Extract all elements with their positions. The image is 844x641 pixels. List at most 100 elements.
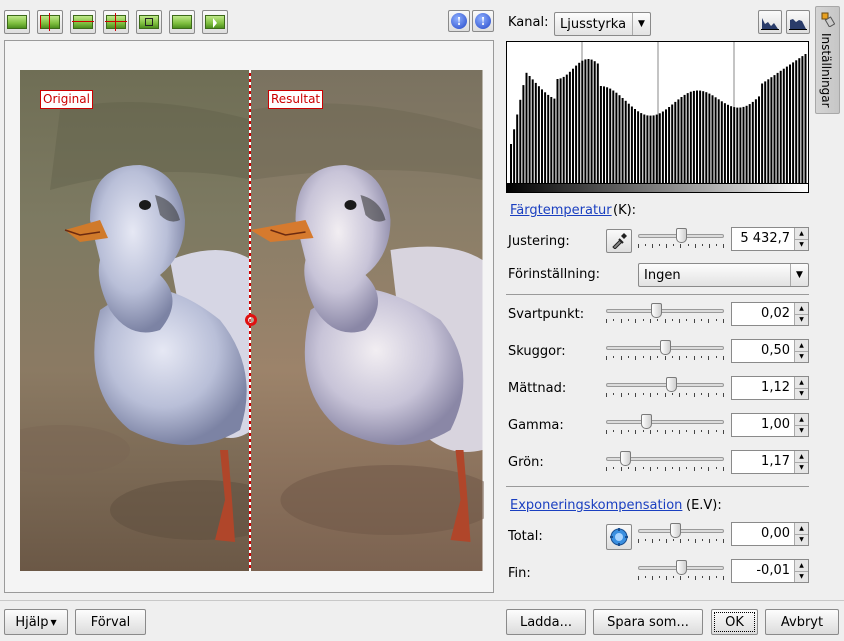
slider-thumb[interactable] xyxy=(676,560,687,575)
histogram-bar xyxy=(689,91,692,184)
split-horizontal-button[interactable] xyxy=(70,10,96,34)
warning-button[interactable]: ! xyxy=(448,10,470,32)
compare-horizontal-button[interactable] xyxy=(136,10,162,34)
compare-vertical-button[interactable] xyxy=(103,10,129,34)
slider-thumb[interactable] xyxy=(666,377,677,392)
slider-thumb[interactable] xyxy=(676,228,687,243)
exposure-total-slider[interactable] xyxy=(638,522,724,544)
preset-select[interactable]: Ingen ▼ xyxy=(638,263,809,287)
temperature-spinbox[interactable]: 5 432,7 ▲ ▼ xyxy=(731,227,809,251)
cancel-label: Avbryt xyxy=(780,614,824,630)
target-image-button[interactable] xyxy=(169,10,195,34)
linear-histogram-button[interactable] xyxy=(758,10,782,34)
defaults-button[interactable]: Förval xyxy=(75,609,146,635)
spin-up-icon[interactable]: ▲ xyxy=(795,228,808,239)
control-spinbox[interactable]: 0,50 ▲ ▼ xyxy=(731,339,809,363)
exposure-total-label: Total: xyxy=(508,529,543,544)
spin-up-icon[interactable]: ▲ xyxy=(795,451,808,462)
channel-select[interactable]: Ljusstyrka ▼ xyxy=(554,12,651,36)
temperature-slider[interactable] xyxy=(638,227,724,249)
slider-thumb[interactable] xyxy=(660,340,671,355)
spin-down-icon[interactable]: ▼ xyxy=(795,387,808,400)
split-horizontal-icon xyxy=(72,15,94,29)
slider-track[interactable] xyxy=(606,309,724,313)
spin-up-icon[interactable]: ▲ xyxy=(795,303,808,314)
footer-divider xyxy=(0,600,844,601)
log-histogram-button[interactable] xyxy=(786,10,810,34)
control-spinbox[interactable]: 1,00 ▲ ▼ xyxy=(731,413,809,437)
spin-down-icon[interactable]: ▼ xyxy=(795,238,808,251)
slider-thumb[interactable] xyxy=(620,451,631,466)
control-slider[interactable] xyxy=(606,413,724,435)
spin-down-icon[interactable]: ▼ xyxy=(795,350,808,363)
original-image-button[interactable] xyxy=(4,10,30,34)
preset-value: Ingen xyxy=(644,267,681,283)
spin-down-icon[interactable]: ▼ xyxy=(795,533,808,546)
spin-up-icon[interactable]: ▲ xyxy=(795,340,808,351)
spin-down-icon[interactable]: ▼ xyxy=(795,313,808,326)
slider-track[interactable] xyxy=(606,420,724,424)
control-slider[interactable] xyxy=(606,376,724,398)
control-spinbox[interactable]: 1,12 ▲ ▼ xyxy=(731,376,809,400)
slider-track[interactable] xyxy=(638,529,724,533)
histogram-bar xyxy=(686,93,689,184)
spin-up-icon[interactable]: ▲ xyxy=(795,523,808,534)
info-button[interactable]: ! xyxy=(472,10,494,32)
chevron-down-icon: ▼ xyxy=(50,617,57,627)
spin-down-icon[interactable]: ▼ xyxy=(795,461,808,474)
exposure-fine-slider[interactable] xyxy=(638,559,724,581)
control-value: 1,17 xyxy=(761,454,790,469)
preview-image[interactable]: Original Resultat xyxy=(20,70,484,571)
histogram-bar xyxy=(671,104,674,184)
control-slider[interactable] xyxy=(606,339,724,361)
split-vertical-button[interactable] xyxy=(37,10,63,34)
histogram-bar xyxy=(634,109,636,184)
control-slider[interactable] xyxy=(606,302,724,324)
spin-down-icon[interactable]: ▼ xyxy=(795,570,808,583)
histogram-bar xyxy=(751,101,754,184)
target-image-icon xyxy=(172,15,192,29)
eyedropper-button[interactable] xyxy=(606,229,632,253)
control-spinbox[interactable]: 1,17 ▲ ▼ xyxy=(731,450,809,474)
ok-button[interactable]: OK xyxy=(711,609,758,635)
spin-up-icon[interactable]: ▲ xyxy=(795,560,808,571)
slider-track[interactable] xyxy=(606,383,724,387)
histogram-bar xyxy=(655,114,658,184)
compare-horizontal-icon xyxy=(139,15,159,29)
exposure-compensation-link[interactable]: Exponeringskompensation xyxy=(510,498,682,513)
histogram-bar xyxy=(621,98,624,184)
slider-thumb[interactable] xyxy=(651,303,662,318)
slider-thumb[interactable] xyxy=(641,414,652,429)
load-button[interactable]: Ladda... xyxy=(506,609,586,635)
original-half xyxy=(20,70,252,571)
spin-up-icon[interactable]: ▲ xyxy=(795,414,808,425)
help-button[interactable]: Hjälp ▼ xyxy=(4,609,68,635)
split-handle[interactable] xyxy=(245,314,257,326)
histogram-bar xyxy=(705,92,708,184)
cursor-select-button[interactable] xyxy=(202,10,228,34)
tab-settings[interactable]: Inställningar xyxy=(815,6,840,114)
histogram-bar xyxy=(612,90,615,184)
cancel-button[interactable]: Avbryt xyxy=(765,609,839,635)
channel-label: Kanal: xyxy=(508,15,549,30)
slider-thumb[interactable] xyxy=(670,523,681,538)
exposure-fine-spinbox[interactable]: -0,01 ▲ ▼ xyxy=(731,559,809,583)
histogram-bar xyxy=(637,111,640,184)
preset-label: Förinställning: xyxy=(508,267,600,282)
histogram-bar xyxy=(584,59,587,184)
divider xyxy=(506,486,809,487)
histogram-bar xyxy=(661,111,664,184)
histogram-bar xyxy=(767,79,770,184)
slider-ticks xyxy=(606,319,724,324)
temperature-value: 5 432,7 xyxy=(740,231,790,246)
linear-histogram-icon xyxy=(761,18,779,30)
spin-down-icon[interactable]: ▼ xyxy=(795,424,808,437)
spin-up-icon[interactable]: ▲ xyxy=(795,377,808,388)
auto-exposure-button[interactable] xyxy=(606,524,632,550)
save-as-button[interactable]: Spara som... xyxy=(593,609,703,635)
control-slider[interactable] xyxy=(606,450,724,472)
exposure-total-value: 0,00 xyxy=(761,526,790,541)
control-spinbox[interactable]: 0,02 ▲ ▼ xyxy=(731,302,809,326)
exposure-total-spinbox[interactable]: 0,00 ▲ ▼ xyxy=(731,522,809,546)
color-temperature-link[interactable]: Färgtemperatur xyxy=(510,203,612,218)
